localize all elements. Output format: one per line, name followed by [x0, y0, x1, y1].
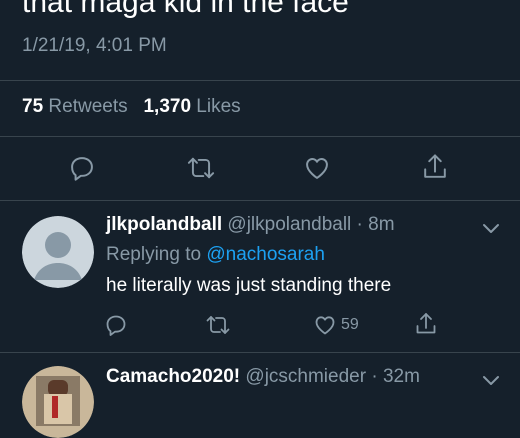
- divider: [0, 136, 520, 137]
- handle-and-time[interactable]: @jlkpolandball · 8m: [227, 214, 394, 235]
- like-count: 59: [341, 316, 359, 333]
- default-avatar-icon: [22, 216, 94, 288]
- share-icon: [416, 313, 436, 334]
- reply-icon: [71, 157, 93, 181]
- likes-stat[interactable]: 1,370 Likes: [143, 96, 240, 117]
- handle-and-time[interactable]: @jcschmieder · 32m: [245, 366, 420, 387]
- reply-header: Camacho2020! @jcschmieder · 32m: [106, 366, 420, 388]
- share-button[interactable]: [421, 152, 449, 182]
- avatar[interactable]: [22, 366, 94, 438]
- avatar[interactable]: [22, 216, 94, 288]
- like-icon: [306, 158, 328, 179]
- retweets-stat[interactable]: 75 Retweets: [22, 96, 128, 117]
- tweet-text: that maga kid in the face: [22, 0, 349, 19]
- like-icon: [315, 316, 335, 335]
- reply-text: he literally was just standing there: [106, 275, 392, 296]
- reply-header: jlkpolandball @jlkpolandball · 8m: [106, 214, 395, 236]
- reply-button[interactable]: [68, 154, 96, 182]
- reply-button[interactable]: [104, 313, 128, 337]
- retweet-button[interactable]: [186, 154, 216, 182]
- retweet-icon: [187, 157, 215, 179]
- divider: [0, 200, 520, 201]
- replying-to: Replying to @nachosarah: [106, 244, 325, 265]
- retweet-button[interactable]: [205, 313, 231, 337]
- share-button[interactable]: [414, 311, 438, 337]
- like-button[interactable]: [303, 154, 331, 182]
- display-name[interactable]: jlkpolandball: [106, 214, 222, 235]
- tweet-stats: 75 Retweets 1,370 Likes: [22, 96, 241, 118]
- retweet-icon: [206, 316, 230, 334]
- like-button[interactable]: 59: [313, 313, 359, 337]
- chevron-down-icon[interactable]: [482, 222, 500, 234]
- share-icon: [424, 154, 446, 178]
- reply-icon: [106, 315, 126, 336]
- divider: [0, 352, 520, 353]
- tweet-timestamp[interactable]: 1/21/19, 4:01 PM: [22, 35, 167, 57]
- profile-photo-icon: [22, 366, 94, 438]
- display-name[interactable]: Camacho2020!: [106, 366, 240, 387]
- divider: [0, 80, 520, 81]
- mention-link[interactable]: @nachosarah: [206, 244, 325, 265]
- chevron-down-icon[interactable]: [482, 374, 500, 386]
